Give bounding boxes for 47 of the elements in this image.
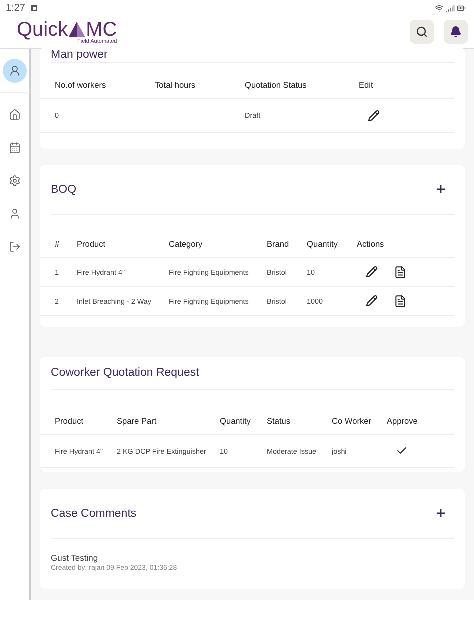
- edit-button[interactable]: [366, 295, 378, 307]
- notification-button[interactable]: [444, 20, 468, 44]
- profile-icon: [8, 65, 20, 77]
- section-title: Man power: [51, 48, 108, 60]
- home-icon: [8, 109, 20, 121]
- search-icon: [416, 26, 428, 38]
- column-header: Total hours: [155, 63, 245, 99]
- logo-icon: [69, 22, 86, 37]
- user-icon: [8, 208, 20, 220]
- calendar-icon: [8, 142, 20, 154]
- section-title: BOQ: [51, 184, 77, 196]
- logo-text: MC: [86, 20, 118, 40]
- battery-icon: [457, 4, 466, 12]
- column-header: #: [40, 215, 77, 258]
- column-header: Product: [40, 390, 117, 435]
- column-header: Edit: [359, 63, 454, 99]
- column-header: Product: [77, 215, 169, 258]
- add-button[interactable]: +: [428, 505, 454, 522]
- column-header: Quantity: [307, 215, 357, 258]
- search-button[interactable]: [410, 20, 434, 44]
- column-header: Status: [267, 390, 332, 435]
- column-header: Quantity: [220, 390, 267, 435]
- details-button[interactable]: [394, 294, 407, 308]
- column-header: Quotation Status: [245, 63, 359, 99]
- status-time: 1:27: [6, 2, 26, 14]
- section-title: Coworker Quotation Request: [51, 367, 200, 379]
- column-header: Actions: [357, 215, 454, 258]
- column-header: Category: [169, 215, 267, 258]
- column-header: Approve: [387, 390, 454, 435]
- comment-text: Gust Testing: [51, 553, 100, 563]
- section-title: Case Comments: [51, 508, 137, 520]
- logout-icon: [8, 241, 20, 253]
- sidebar-item[interactable]: [2, 59, 26, 83]
- signal-icon: [446, 4, 455, 12]
- column-header: Brand: [267, 215, 307, 258]
- bell-icon: [450, 26, 462, 38]
- wifi-icon: [435, 4, 444, 12]
- column-header: Co Worker: [332, 390, 387, 435]
- details-button[interactable]: [394, 266, 407, 278]
- settings-icon: [8, 175, 20, 187]
- add-button[interactable]: +: [428, 181, 454, 198]
- logo-text: Quick: [17, 20, 68, 40]
- column-header: No.of workers: [40, 63, 155, 99]
- column-header: Spare Part: [117, 390, 220, 435]
- edit-button[interactable]: [366, 266, 378, 278]
- approve-button[interactable]: [396, 445, 408, 457]
- edit-button[interactable]: [368, 110, 380, 122]
